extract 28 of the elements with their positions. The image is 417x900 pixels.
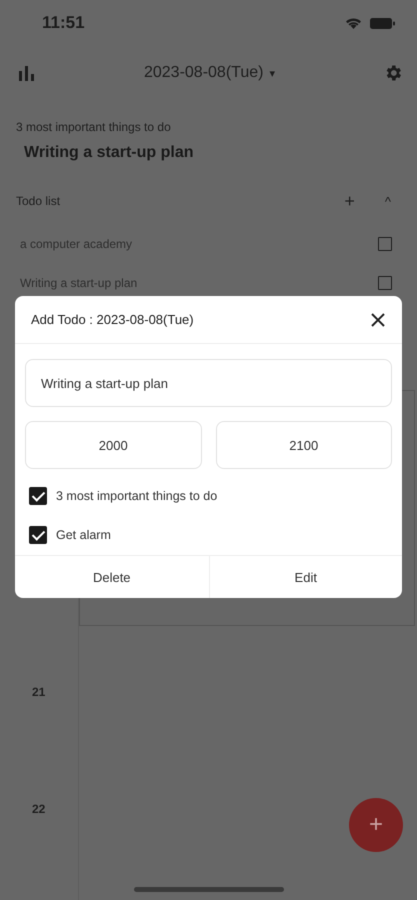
option-checkbox[interactable]: [29, 486, 47, 504]
close-icon[interactable]: [370, 312, 386, 328]
wifi-icon: [345, 17, 362, 29]
important-label: 3 most important things to do: [16, 120, 172, 134]
todo-checkbox[interactable]: [378, 236, 392, 250]
todo-item[interactable]: Writing a start-up plan: [20, 276, 138, 290]
option-label: Get alarm: [56, 528, 111, 542]
add-todo-button[interactable]: +: [344, 192, 355, 210]
hour-label: 22: [32, 802, 46, 816]
status-time: 11:51: [42, 13, 85, 33]
date-selector[interactable]: 2023-08-08(Tue) ▾: [144, 64, 275, 82]
todo-item[interactable]: a computer academy: [20, 236, 132, 250]
start-time-field[interactable]: 2000: [25, 421, 202, 469]
chart-icon[interactable]: [18, 65, 36, 81]
dialog-title: Add Todo : 2023-08-08(Tue): [31, 312, 194, 327]
collapse-button[interactable]: ^: [384, 194, 391, 208]
battery-icon: [370, 18, 395, 28]
add-fab[interactable]: +: [349, 798, 403, 852]
todo-checkbox[interactable]: [378, 276, 392, 290]
dialog-button[interactable]: Delete: [15, 556, 208, 598]
todo-list-title: Todo list: [16, 194, 62, 208]
hour-label: 21: [32, 685, 46, 699]
option-checkbox[interactable]: [29, 526, 47, 544]
important-item: Writing a start-up plan: [24, 144, 194, 162]
option-label: 3 most important things to do: [56, 488, 218, 502]
end-time-field[interactable]: 2100: [216, 421, 392, 469]
dialog-button[interactable]: Edit: [208, 556, 402, 598]
todo-input-field[interactable]: Writing a start-up plan: [25, 359, 392, 407]
